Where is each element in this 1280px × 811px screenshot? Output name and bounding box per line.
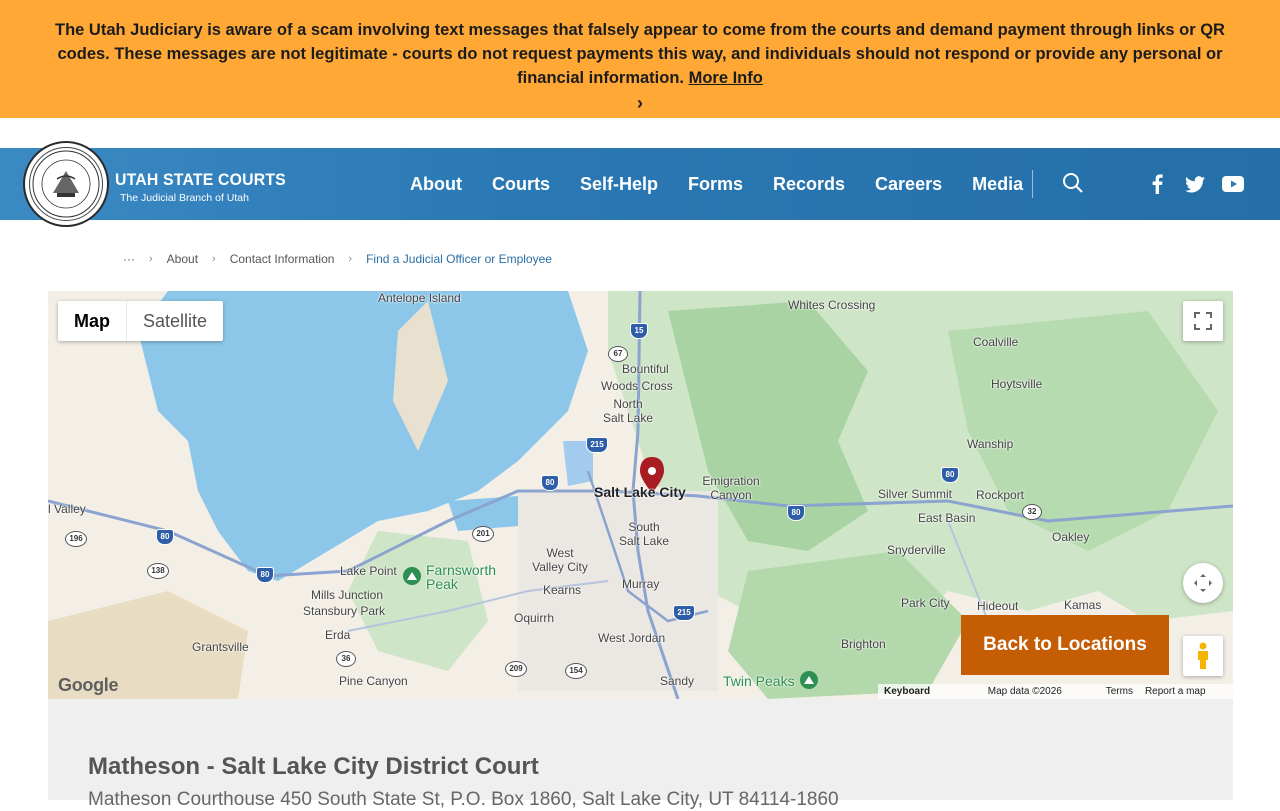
brand[interactable]: UTAH STATE COURTS The Judicial Branch of… [115,170,299,204]
map-type-map-button[interactable]: Map [58,301,127,341]
map-label: Lake Point [340,564,397,578]
route-shield-icon: 36 [336,651,356,667]
camera-control-icon[interactable] [1183,563,1223,603]
twitter-icon[interactable] [1184,173,1206,195]
chevron-right-icon: › [348,253,353,265]
map-label: Grantsville [192,640,249,654]
route-shield-icon: 196 [65,531,87,547]
map-label: Sandy [660,674,695,688]
map-label: West Jordan [598,631,666,645]
map-label: South Salt Lake [618,520,670,548]
nav-forms[interactable]: Forms [688,174,743,195]
map-label: North Salt Lake [602,397,654,425]
nav-divider [1032,170,1033,198]
route-shield-icon: 209 [505,661,527,677]
map-label: Coalville [973,335,1019,349]
map-label: Whites Crossing [788,298,876,312]
street-view-pegman-icon[interactable] [1183,636,1223,676]
map-label: West Valley City [532,546,588,574]
social-links [1146,148,1244,220]
map-label: Bountiful [622,362,669,376]
brand-title: UTAH STATE COURTS [115,170,286,189]
route-shield-icon: 154 [565,663,587,679]
report-map-error-link[interactable]: Report a map error [1139,684,1233,699]
alert-message: The Utah Judiciary is aware of a scam in… [55,21,1225,87]
map-label: Rockport [976,488,1025,502]
map-label: Stansbury Park [303,604,386,618]
breadcrumb-contact-information[interactable]: Contact Information [230,252,335,266]
map-label-twin-peaks: Twin Peaks [723,673,795,689]
map-label: Snyderville [887,543,946,557]
map-label: Oakley [1052,530,1090,544]
map-label: Hoytsville [991,377,1043,391]
map-label: Emigration Canyon [702,474,760,502]
map-label: Mills Junction [311,588,384,602]
map-label: Oquirrh [514,611,555,625]
facebook-icon[interactable] [1146,173,1168,195]
chevron-right-icon: › [149,253,153,265]
route-shield-icon: 201 [472,526,494,542]
interstate-shield-icon: 15 [630,323,648,339]
map-label: Park City [901,596,950,610]
map-label: Pine Canyon [339,674,408,688]
nav-careers[interactable]: Careers [875,174,942,195]
route-shield-icon: 67 [608,346,628,362]
interstate-shield-icon: 80 [941,467,959,483]
nav-about[interactable]: About [410,174,462,195]
map-type-satellite-button[interactable]: Satellite [127,301,223,341]
map-type-control: Map Satellite [58,301,224,341]
map-label: Silver Summit [878,487,953,501]
map-label: Antelope Island [378,291,461,305]
interstate-shield-icon: 80 [256,567,274,583]
nav-media[interactable]: Media [972,174,1023,195]
map-label: Brighton [841,637,886,651]
map-label: Murray [622,577,660,591]
terms-link[interactable]: Terms [1100,684,1139,699]
map-attribution: Keyboard shortcuts Map data ©2026 Google… [878,684,1233,699]
breadcrumb-current: Find a Judicial Officer or Employee [366,252,552,266]
map-label: Kamas [1064,598,1102,612]
back-to-locations-button[interactable]: Back to Locations [961,615,1169,675]
interstate-shield-icon: 215 [673,605,695,621]
utah-seal-logo[interactable] [23,141,109,227]
map-data-credit: Map data ©2026 Google [987,686,1062,697]
interstate-shield-icon: 80 [787,505,805,521]
google-map[interactable]: Antelope Island Whites Crossing Coalvill… [48,291,1233,699]
fullscreen-icon[interactable] [1183,301,1223,341]
map-label-farnsworth-peak: Farnsworth Peak [426,562,497,592]
youtube-icon[interactable] [1222,173,1244,195]
route-shield-icon: 32 [1022,504,1042,520]
location-info-panel: Matheson - Salt Lake City District Court… [48,699,1233,810]
chevron-right-icon[interactable]: › [30,90,1250,116]
location-name: Matheson - Salt Lake City District Court [88,753,539,780]
map-label: Erda [325,628,351,642]
breadcrumb: ··· › About › Contact Information › Find… [123,252,552,266]
location-address: Matheson Courthouse 450 South State St, … [88,789,839,810]
map-label: Kearns [543,583,582,597]
interstate-shield-icon: 80 [541,475,559,491]
main-nav: About Courts Self-Help Forms Records Car… [410,148,1083,220]
nav-courts[interactable]: Courts [492,174,550,195]
site-header: UTAH STATE COURTS The Judicial Branch of… [0,141,1280,227]
nav-records[interactable]: Records [773,174,845,195]
map-label: East Basin [918,511,976,525]
map-label: Woods Cross [601,379,673,393]
interstate-shield-icon: 80 [156,529,174,545]
chevron-right-icon: › [212,253,216,265]
alert-more-info-link[interactable]: More Info [689,69,763,87]
google-logo: Google [58,675,119,695]
search-icon[interactable] [1062,172,1084,194]
map-label: l Valley [48,502,86,516]
route-shield-icon: 138 [147,563,169,579]
interstate-shield-icon: 215 [586,437,608,453]
brand-subtitle: The Judicial Branch of Utah [120,192,249,204]
map-label-salt-lake-city: Salt Lake City [594,484,686,500]
map-label: Hideout [977,599,1019,613]
keyboard-shortcuts-link[interactable]: Keyboard shortcuts [878,684,982,699]
nav-self-help[interactable]: Self-Help [580,174,658,195]
scam-alert-banner: The Utah Judiciary is aware of a scam in… [0,0,1280,118]
map-label: Wanship [967,437,1014,451]
breadcrumb-about[interactable]: About [167,252,198,266]
breadcrumb-ellipsis[interactable]: ··· [123,252,135,266]
